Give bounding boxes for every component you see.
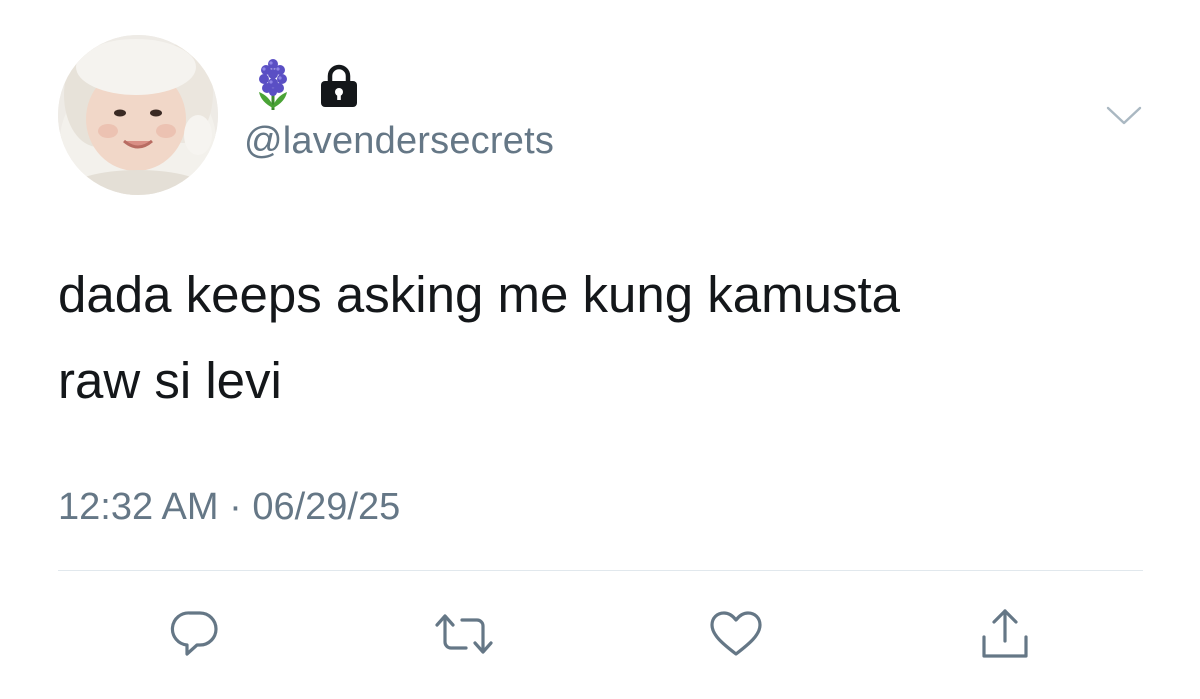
display-name-row — [255, 58, 359, 112]
divider — [58, 570, 1143, 571]
tweet-text-line-1: dada keeps asking me kung kamusta — [58, 266, 900, 323]
avatar[interactable] — [58, 35, 218, 195]
tweet-time: 12:32 AM — [58, 486, 219, 528]
retweet-icon — [435, 614, 493, 654]
reply-button[interactable] — [163, 604, 227, 664]
share-icon — [982, 609, 1028, 658]
like-button[interactable] — [704, 604, 768, 664]
hyacinth-flower-icon — [259, 59, 287, 110]
heart-icon — [710, 611, 762, 656]
tweet-text-line-2: raw si levi — [58, 352, 282, 409]
reply-icon — [170, 611, 218, 656]
user-handle[interactable]: @lavendersecrets — [244, 120, 554, 163]
share-button[interactable] — [973, 604, 1037, 664]
lock-icon — [321, 64, 357, 107]
avatar-photo — [58, 35, 218, 195]
tweet-timestamp[interactable]: 12:32 AM · 06/29/25 — [58, 486, 400, 529]
tweet-text: dada keeps asking me kung kamusta raw si … — [58, 252, 1148, 424]
chevron-down-icon[interactable] — [1104, 104, 1144, 128]
timestamp-separator: · — [229, 486, 242, 528]
tweet-date: 06/29/25 — [252, 486, 401, 528]
retweet-button[interactable] — [432, 604, 496, 664]
